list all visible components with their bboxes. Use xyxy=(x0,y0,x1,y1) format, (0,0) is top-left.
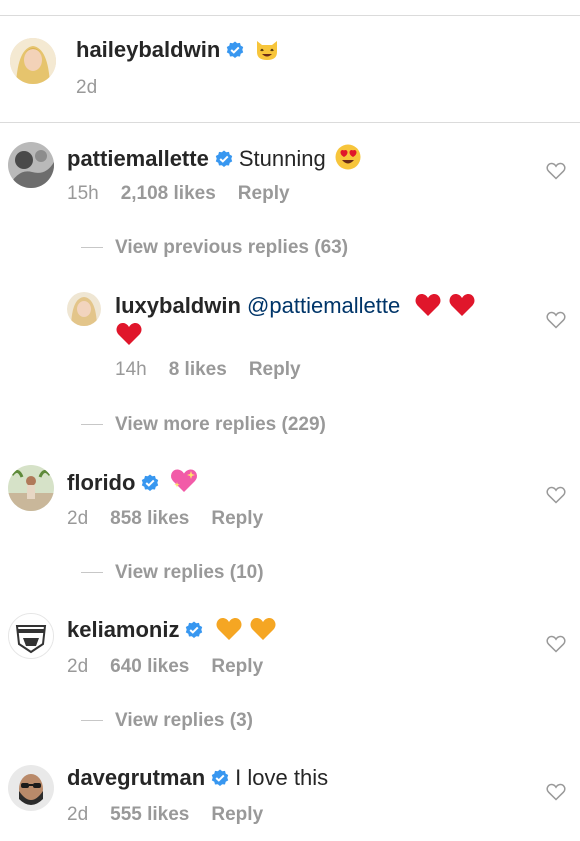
dash-divider xyxy=(81,572,103,574)
reply-luxybaldwin: luxybaldwin @pattiemallette 14h 8 likes Re… xyxy=(0,290,580,390)
view-replies-label: View replies (10) xyxy=(115,562,264,583)
avatar[interactable] xyxy=(67,292,101,326)
dash-divider xyxy=(81,424,103,426)
comment-line: florido xyxy=(67,467,199,497)
verified-badge-icon xyxy=(227,41,244,58)
like-heart-icon[interactable] xyxy=(546,635,566,653)
comment-davegrutman: davegrutman I love this 2d 555 likes Reply xyxy=(0,762,580,841)
like-heart-icon[interactable] xyxy=(546,783,566,801)
username[interactable]: luxybaldwin xyxy=(115,293,241,318)
reply-link[interactable]: Reply xyxy=(238,183,290,204)
view-replies-button[interactable]: View previous replies (63) xyxy=(81,236,348,260)
likes-count[interactable]: 2,108 likes xyxy=(121,183,216,204)
avatar[interactable] xyxy=(8,465,54,511)
mention-link[interactable]: @pattiemallette xyxy=(247,293,400,318)
username[interactable]: davegrutman xyxy=(67,765,205,790)
cat-smile-emoji-icon xyxy=(257,41,278,60)
username[interactable]: pattiemallette xyxy=(67,146,209,171)
comment-line: pattiemallette Stunning xyxy=(67,143,362,173)
comment-pattiemallette: pattiemallette Stunning 15h 2,108 likes Rep… xyxy=(0,140,580,220)
comment-line: keliamoniz xyxy=(67,616,277,644)
top-divider xyxy=(0,0,580,16)
avatar[interactable] xyxy=(8,142,54,188)
red-heart-emoji-icon xyxy=(449,293,475,316)
comment-text: Stunning xyxy=(238,146,326,171)
comment-time: 14h xyxy=(115,359,147,380)
likes-count[interactable]: 8 likes xyxy=(169,359,227,380)
comment-time: 2d xyxy=(67,508,89,529)
avatar[interactable] xyxy=(8,765,54,811)
reply-link[interactable]: Reply xyxy=(211,804,263,825)
caption-line: haileybaldwin xyxy=(76,36,280,64)
avatar[interactable] xyxy=(8,613,54,659)
likes-count[interactable]: 640 likes xyxy=(110,656,189,677)
view-more-replies-button[interactable]: View more replies (229) xyxy=(81,413,326,437)
like-heart-icon[interactable] xyxy=(546,486,566,504)
reply-line: luxybaldwin @pattiemallette xyxy=(115,292,476,320)
heart-eyes-emoji-icon xyxy=(335,144,361,170)
likes-count[interactable]: 858 likes xyxy=(110,508,189,529)
comment-time: 2d xyxy=(67,804,89,825)
username[interactable]: haileybaldwin xyxy=(76,37,220,62)
reply-link[interactable]: Reply xyxy=(249,359,301,380)
verified-badge-icon xyxy=(142,474,159,491)
like-heart-icon[interactable] xyxy=(546,162,566,180)
orange-heart-emoji-icon xyxy=(216,617,242,640)
comment-line: davegrutman I love this xyxy=(67,764,328,792)
comment-meta: 2d 858 likes Reply xyxy=(67,507,285,531)
comment-meta: 15h 2,108 likes Reply xyxy=(67,182,312,206)
view-replies-button[interactable]: View replies (3) xyxy=(81,709,253,733)
post-time: 2d xyxy=(76,77,98,98)
likes-count[interactable]: 555 likes xyxy=(110,804,189,825)
comment-meta: 2d 555 likes Reply xyxy=(67,803,285,827)
sparkling-heart-emoji-icon xyxy=(171,469,198,492)
reply-meta: 14h 8 likes Reply xyxy=(115,358,323,382)
view-replies-button[interactable]: View replies (10) xyxy=(81,561,264,585)
dash-divider xyxy=(81,720,103,722)
reply-link[interactable]: Reply xyxy=(211,656,263,677)
view-replies-label: View more replies (229) xyxy=(115,414,326,435)
verified-badge-icon xyxy=(215,150,233,167)
view-replies-label: View replies (3) xyxy=(115,710,253,731)
verified-badge-icon xyxy=(211,769,229,786)
dash-divider xyxy=(81,247,103,249)
comment-meta: 2d 640 likes Reply xyxy=(67,655,285,679)
comment-text: I love this xyxy=(235,765,329,790)
avatar[interactable] xyxy=(10,38,56,84)
comment-florido: florido 2d 858 likes Reply xyxy=(0,465,580,545)
red-heart-emoji-icon xyxy=(415,293,441,316)
verified-badge-icon xyxy=(186,621,203,638)
username[interactable]: keliamoniz xyxy=(67,617,179,642)
post-caption: haileybaldwin 2d xyxy=(0,30,580,110)
reply-link[interactable]: Reply xyxy=(211,508,263,529)
comment-keliamoniz: keliamoniz 2d 640 likes Reply xyxy=(0,613,580,693)
view-replies-label: View previous replies (63) xyxy=(115,237,349,258)
caption-divider xyxy=(0,122,580,123)
caption-meta: 2d xyxy=(76,76,119,100)
orange-heart-emoji-icon xyxy=(250,617,276,640)
comment-time: 2d xyxy=(67,656,89,677)
red-heart-emoji-icon xyxy=(116,322,142,345)
like-heart-icon[interactable] xyxy=(546,311,566,329)
comment-time: 15h xyxy=(67,183,99,204)
username[interactable]: florido xyxy=(67,470,135,495)
